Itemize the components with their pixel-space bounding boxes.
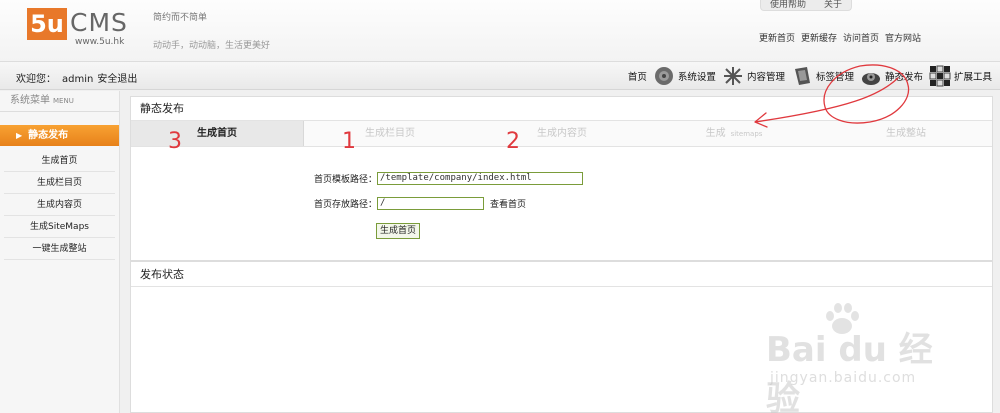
slogan-bottom: 动动手，动动脑，生活更美好 — [153, 41, 271, 51]
tab-generate-content[interactable]: 生成内容页 — [476, 121, 648, 146]
top-navbar: 欢迎您： admin 安全退出 首页 系统设置 内容管理 标签管理 静态发布 扩… — [0, 62, 1000, 90]
nav-system-settings[interactable]: 系统设置 — [653, 65, 716, 87]
nav-extension-tools[interactable]: 扩展工具 — [929, 65, 992, 87]
template-path-input[interactable]: /template/company/index.html — [377, 172, 583, 185]
sidebar-active-section[interactable]: ▶ 静态发布 — [0, 125, 119, 146]
nav-home-label: 首页 — [627, 72, 647, 83]
generate-home-button[interactable]: 生成首页 — [376, 223, 421, 239]
username: admin — [62, 74, 94, 85]
top-links: 使用帮助 关于 — [760, 0, 853, 11]
template-path-row: 首页模板路径： /template/company/index.html — [131, 172, 583, 185]
logo[interactable]: 5u CMS www.5u.hk — [27, 8, 132, 48]
official-site-link[interactable]: 官方网站 — [885, 31, 921, 44]
sidebar-title: 系统菜单 MENU — [0, 91, 119, 112]
tab-label: 生成整站 — [886, 128, 926, 139]
tab-generate-site[interactable]: 生成整站 — [820, 121, 992, 146]
tab-label: 生成内容页 — [537, 128, 587, 139]
tag-management-icon — [794, 67, 810, 85]
save-path-label: 首页存放路径： — [313, 200, 377, 210]
save-path-input[interactable]: / — [377, 197, 484, 210]
nav-content-management-label: 内容管理 — [746, 72, 785, 83]
status-title: 发布状态 — [131, 262, 992, 287]
triangle-right-icon: ▶ — [16, 131, 23, 140]
nav-extension-tools-label: 扩展工具 — [953, 72, 992, 83]
tab-generate-sitemaps[interactable]: 生成 sitemaps — [648, 121, 820, 146]
extension-tools-icon — [929, 65, 951, 87]
static-publish-panel: 静态发布 生成首页 生成栏目页 生成内容页 生成 sitemaps 生成整站 首页… — [130, 96, 993, 261]
sidebar-item-generate-column[interactable]: 生成栏目页 — [4, 172, 115, 194]
nav-tag-management-label: 标签管理 — [815, 72, 854, 83]
sidebar-items: 生成首页 生成栏目页 生成内容页 生成SiteMaps 一键生成整站 — [0, 150, 119, 260]
content-management-icon — [723, 67, 742, 85]
slogan-top: 简约而不简单 — [153, 13, 208, 23]
quick-links: 更新首页 更新缓存 访问首页 官方网站 — [759, 31, 921, 44]
nav-static-publish[interactable]: 静态发布 — [860, 65, 923, 87]
static-publish-icon — [861, 73, 880, 85]
main-nav: 首页 系统设置 内容管理 标签管理 静态发布 扩展工具 — [628, 62, 992, 90]
sidebar: 系统菜单 MENU ▶ 静态发布 生成首页 生成栏目页 生成内容页 生成SiteMa… — [0, 91, 120, 413]
view-home-link[interactable]: 查看首页 — [490, 197, 526, 210]
logo-5u: 5u — [27, 8, 67, 40]
logo-url: www.5u.hk — [75, 37, 125, 47]
panel-title: 静态发布 — [131, 97, 992, 121]
sidebar-item-generate-sitemaps[interactable]: 生成SiteMaps — [4, 216, 115, 238]
update-home-link[interactable]: 更新首页 — [759, 31, 795, 44]
update-cache-link[interactable]: 更新缓存 — [801, 31, 837, 44]
welcome-label: 欢迎您： — [16, 74, 56, 85]
header: 5u CMS www.5u.hk 简约而不简单 动动手，动动脑，生活更美好 使用… — [0, 0, 1000, 62]
tab-label: 生成首页 — [197, 128, 237, 139]
nav-content-management[interactable]: 内容管理 — [722, 65, 785, 87]
sidebar-item-generate-content[interactable]: 生成内容页 — [4, 194, 115, 216]
tab-generate-home[interactable]: 生成首页 — [131, 121, 304, 146]
save-path-row: 首页存放路径： / 查看首页 — [131, 197, 526, 210]
sidebar-title-en: MENU — [53, 97, 74, 105]
sidebar-active-label: 静态发布 — [28, 130, 69, 141]
logo-cms: CMS — [70, 8, 128, 37]
visit-home-link[interactable]: 访问首页 — [843, 31, 879, 44]
nav-tag-management[interactable]: 标签管理 — [791, 65, 854, 87]
sidebar-item-generate-site[interactable]: 一键生成整站 — [4, 238, 115, 260]
about-link[interactable]: 关于 — [815, 0, 851, 10]
tab-label: 生成 — [705, 128, 726, 139]
system-settings-icon — [654, 67, 673, 85]
tab-generate-column[interactable]: 生成栏目页 — [304, 121, 476, 146]
watermark-sub: jingyan.baidu.com — [770, 370, 917, 386]
watermark-main: Bai du 经验 — [766, 330, 933, 413]
template-path-label: 首页模板路径： — [313, 175, 377, 185]
nav-system-settings-label: 系统设置 — [677, 72, 716, 83]
sidebar-item-generate-home[interactable]: 生成首页 — [4, 150, 115, 172]
nav-home[interactable]: 首页 — [628, 69, 647, 83]
nav-static-publish-label: 静态发布 — [884, 72, 923, 83]
welcome-text: 欢迎您： admin 安全退出 — [16, 70, 137, 85]
sidebar-title-text: 系统菜单 — [10, 95, 50, 106]
tab-label-extra: sitemaps — [730, 130, 763, 138]
baidu-watermark: Bai du 经验 jingyan.baidu.com — [766, 300, 956, 413]
publish-tabs: 生成首页 生成栏目页 生成内容页 生成 sitemaps 生成整站 — [131, 121, 992, 147]
logout-link[interactable]: 安全退出 — [97, 74, 137, 85]
tab-label: 生成栏目页 — [365, 128, 415, 139]
help-link[interactable]: 使用帮助 — [761, 0, 815, 10]
